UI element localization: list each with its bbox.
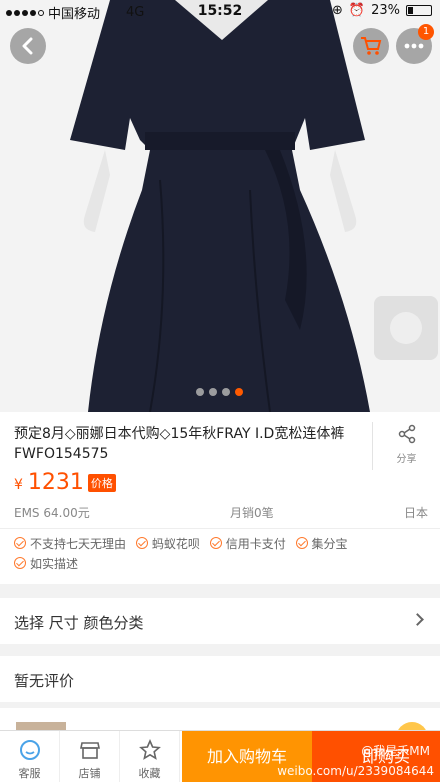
tab-label: 客服 <box>18 767 41 780</box>
alarm-icon: ⏰ <box>348 3 366 18</box>
customer-service-icon <box>20 740 40 760</box>
status-bar: 中国移动 4G 15:52 ⊕ ⏰ 23% <box>0 0 440 24</box>
gallery-dot[interactable] <box>196 388 204 396</box>
share-label: 分享 <box>396 454 417 465</box>
tab-favorite[interactable]: 收藏 <box>120 731 180 782</box>
service-item: 蚂蚁花呗 <box>135 536 200 551</box>
watermark-url: weibo.com/u/2339084644 <box>277 764 434 778</box>
check-circle-icon <box>295 537 308 549</box>
check-circle-icon <box>14 537 26 549</box>
product-detail-page: 中国移动 4G 15:52 ⊕ ⏰ 23% 1 预定8月◇丽娜日本代购◇15年秋… <box>0 0 440 782</box>
check-circle-icon <box>14 557 26 569</box>
back-button[interactable] <box>10 28 46 64</box>
star-icon <box>139 739 161 760</box>
service-item: 信用卡支付 <box>209 536 286 551</box>
more-dots-icon <box>404 43 424 49</box>
status-right-group: ⊕ ⏰ 23% <box>332 3 432 18</box>
tab-label: 店铺 <box>78 767 101 780</box>
battery-icon <box>406 5 432 16</box>
battery-percent: 23% <box>371 3 400 18</box>
floating-assistive-button[interactable] <box>374 296 438 360</box>
watermark-handle: @我是禾MM <box>361 744 430 758</box>
monthly-sales: 月销0笔 <box>230 506 274 520</box>
more-button[interactable]: 1 <box>396 24 434 64</box>
currency-symbol: ¥ <box>14 476 23 493</box>
gallery-dot[interactable] <box>209 388 217 396</box>
product-title: 预定8月◇丽娜日本代购◇15年秋FRAY I.D宽松连体裤FWFO154575 <box>14 426 345 462</box>
gallery-dot[interactable] <box>222 388 230 396</box>
shipping-fee: EMS 64.00元 <box>14 506 90 520</box>
cart-icon <box>361 37 382 55</box>
chevron-right-icon <box>411 613 424 626</box>
price-row: ¥ 1231 价格 <box>14 470 116 495</box>
check-circle-icon <box>135 537 148 549</box>
sku-selector-row[interactable]: 选择 尺寸 颜色分类 <box>0 598 440 644</box>
gallery-dot-active[interactable] <box>235 388 243 396</box>
more-badge: 1 <box>418 24 434 40</box>
service-guarantees[interactable]: 不支持七天无理由 蚂蚁花呗 信用卡支付 集分宝 如实描述 <box>14 536 434 576</box>
service-item: 如实描述 <box>14 556 78 571</box>
chevron-left-icon <box>22 37 33 55</box>
shipping-meta: EMS 64.00元 月销0笔 日本 <box>0 504 440 524</box>
price-tag-badge: 价格 <box>87 473 116 492</box>
reviews-row[interactable]: 暂无评价 <box>0 656 440 702</box>
check-circle-icon <box>209 537 222 549</box>
sku-selector-label: 选择 尺寸 颜色分类 <box>14 614 144 632</box>
share-button[interactable]: 分享 <box>372 422 440 470</box>
tab-shop[interactable]: 店铺 <box>60 731 120 782</box>
share-icon <box>398 424 415 444</box>
gallery-pagination[interactable] <box>196 388 243 396</box>
tab-customer-service[interactable]: 客服 <box>0 731 60 782</box>
service-item: 集分宝 <box>295 536 348 551</box>
rotation-lock-icon: ⊕ <box>332 3 343 18</box>
price-value: 1231 <box>27 470 84 495</box>
cart-button[interactable] <box>353 28 389 64</box>
product-info-card: 预定8月◇丽娜日本代购◇15年秋FRAY I.D宽松连体裤FWFO154575 … <box>0 412 440 584</box>
tab-label: 收藏 <box>138 767 161 780</box>
divider <box>0 528 440 529</box>
reviews-label: 暂无评价 <box>14 672 75 690</box>
ship-origin: 日本 <box>403 506 428 520</box>
service-item: 不支持七天无理由 <box>14 536 126 551</box>
shop-icon <box>80 742 100 759</box>
